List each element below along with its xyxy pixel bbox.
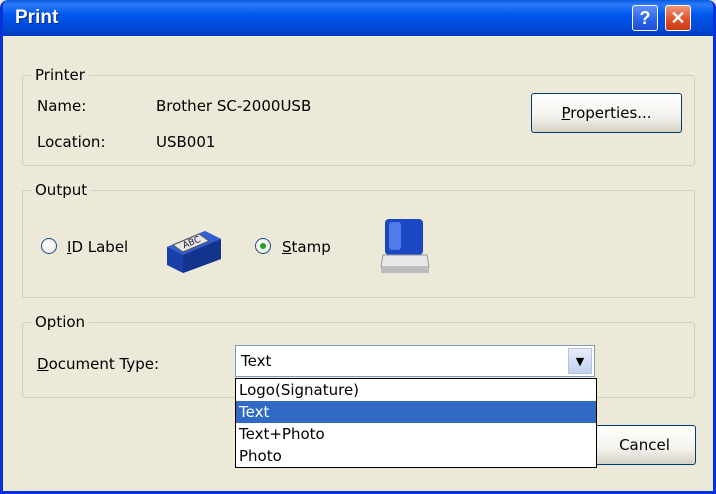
id-label-radio-label[interactable]: ID Label (67, 238, 128, 256)
document-type-value: Text (241, 352, 272, 370)
document-type-accel: D (37, 355, 49, 373)
stamp-radio-dot (260, 243, 266, 249)
id-label-tape-icon: ABC (167, 231, 221, 273)
window-title: Print (15, 7, 59, 28)
stamp-accel: S (282, 238, 292, 256)
properties-label: roperties... (570, 104, 652, 122)
stamp-radio-label[interactable]: Stamp (282, 238, 331, 256)
close-icon: ✕ (670, 8, 686, 28)
help-icon: ? (639, 8, 651, 28)
printer-location-label: Location: (37, 133, 106, 151)
printer-location-value: USB001 (156, 133, 216, 151)
document-type-text: ocument Type: (48, 355, 159, 373)
printer-name-label: Name: (37, 97, 87, 115)
option-legend: Option (31, 313, 90, 331)
printer-legend: Printer (31, 66, 89, 84)
id-label-text: D Label (71, 238, 129, 256)
stamp-icon (380, 219, 430, 273)
output-legend: Output (31, 181, 92, 199)
dropdown-option[interactable]: Photo (236, 445, 596, 467)
title-bar[interactable]: Print ? ✕ (3, 0, 713, 36)
print-dialog: Print ? ✕ Printer Name: Brother SC-2000U… (0, 0, 716, 494)
dropdown-arrow-icon: ▼ (575, 355, 585, 368)
document-type-select[interactable]: Text ▼ (235, 345, 595, 377)
cancel-label: Cancel (619, 436, 670, 454)
document-type-label: Document Type: (37, 355, 159, 373)
printer-name-value: Brother SC-2000USB (156, 97, 312, 115)
id-label-radio[interactable] (41, 238, 57, 254)
stamp-text: tamp (291, 238, 331, 256)
dropdown-option-selected[interactable]: Text (236, 401, 596, 423)
close-button[interactable]: ✕ (665, 5, 691, 31)
help-button[interactable]: ? (632, 5, 658, 31)
document-type-dropdown-list[interactable]: Logo(Signature) Text Text+Photo Photo (235, 378, 597, 468)
stamp-radio[interactable] (255, 238, 271, 254)
dropdown-option[interactable]: Logo(Signature) (236, 379, 596, 401)
properties-button[interactable]: Properties... (531, 93, 682, 133)
dropdown-option[interactable]: Text+Photo (236, 423, 596, 445)
dropdown-arrow-button[interactable]: ▼ (568, 348, 592, 374)
properties-accel: P (561, 104, 571, 122)
